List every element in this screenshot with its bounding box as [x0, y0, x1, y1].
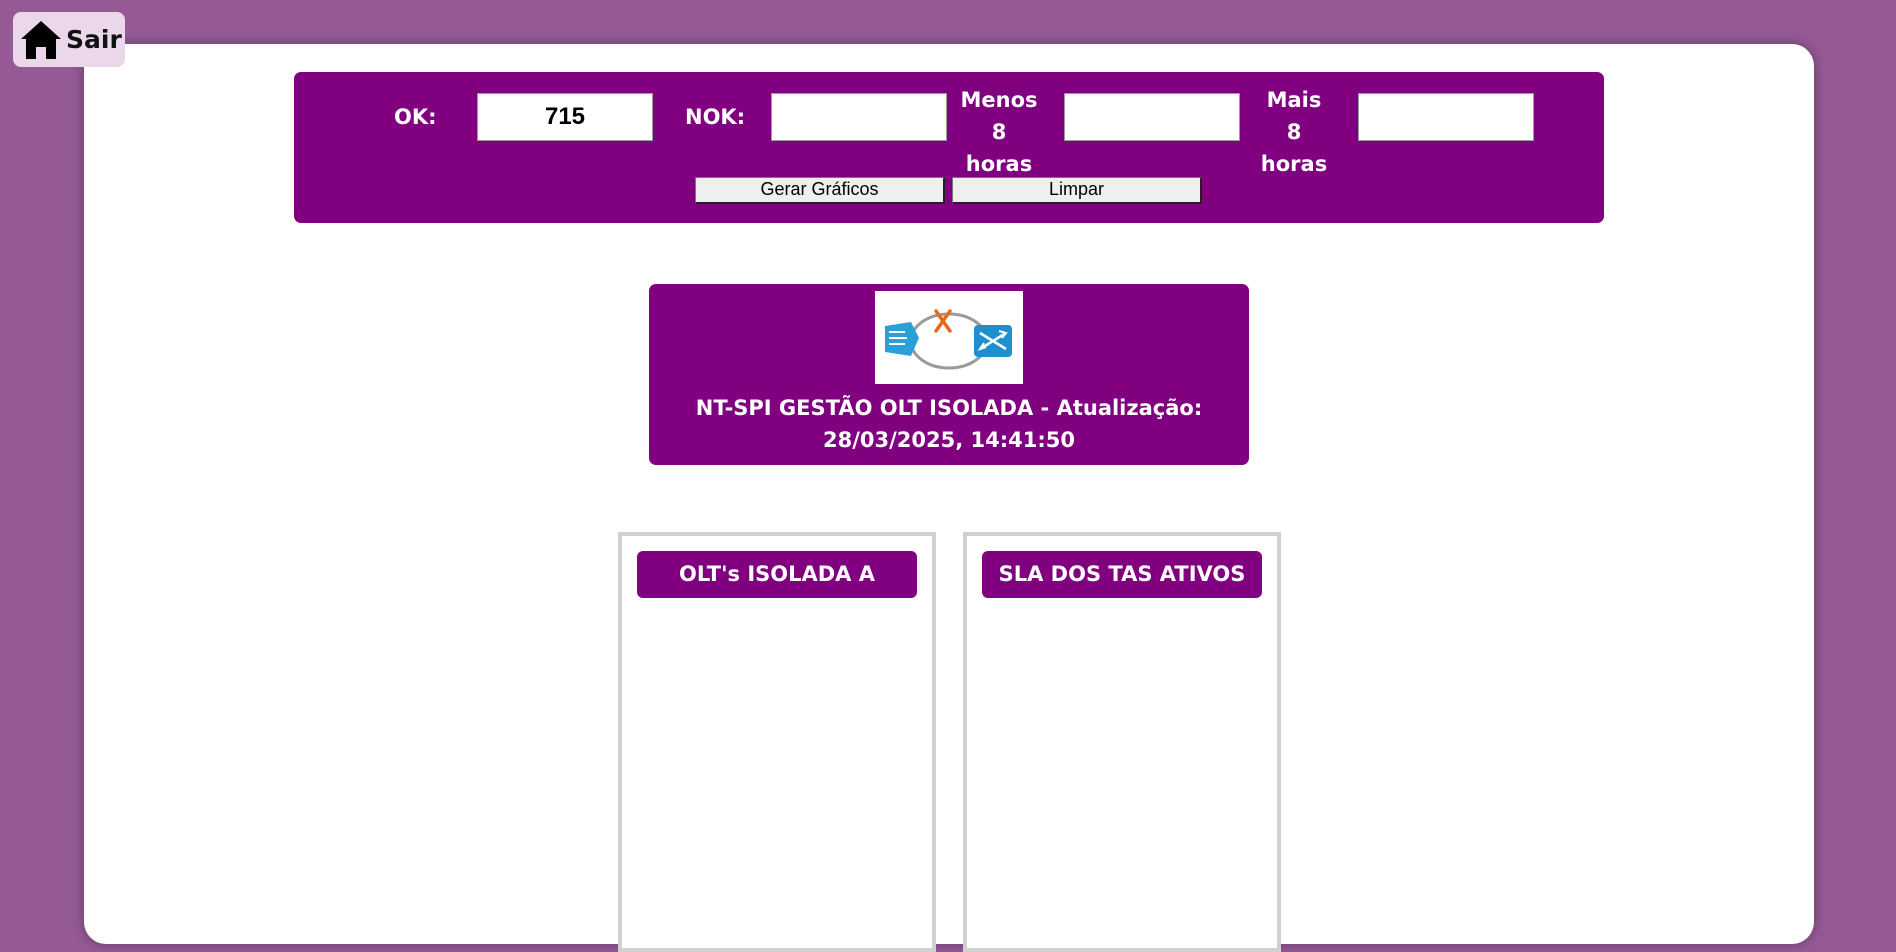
mais-label-line1: Mais: [1266, 88, 1322, 112]
filter-panel: OK: 715 NOK: Menos 8 horas Mais 8 horas …: [294, 72, 1604, 223]
sair-button[interactable]: Sair: [13, 12, 125, 67]
network-isolated-icon: [875, 291, 1023, 384]
ok-field[interactable]: 715: [477, 93, 653, 141]
gerar-graficos-button[interactable]: Gerar Gráficos: [695, 177, 945, 204]
page-title: NT-SPI GESTÃO OLT ISOLADA - Atualização:…: [649, 392, 1249, 456]
menos-8-horas-field[interactable]: [1064, 93, 1240, 141]
main-card: OK: 715 NOK: Menos 8 horas Mais 8 horas …: [84, 44, 1814, 952]
nok-field[interactable]: [771, 93, 947, 141]
menos-8-horas-label: Menos 8 horas: [959, 84, 1039, 180]
olt-isolada-chart-card: OLT's ISOLADA A: [618, 532, 936, 952]
menos-label-line2: 8 horas: [965, 120, 1033, 176]
menos-label-line1: Menos: [960, 88, 1038, 112]
title-line2: 28/03/2025, 14:41:50: [823, 428, 1075, 452]
dashboard-header: NT-SPI GESTÃO OLT ISOLADA - Atualização:…: [649, 284, 1249, 465]
sla-tas-ativos-chart-title: SLA DOS TAS ATIVOS: [982, 551, 1262, 598]
sla-tas-ativos-chart-card: SLA DOS TAS ATIVOS: [963, 532, 1281, 952]
nok-label: NOK:: [685, 105, 746, 129]
home-icon: [19, 18, 63, 62]
ok-label: OK:: [394, 105, 437, 129]
mais-label-line2: 8 horas: [1260, 120, 1328, 176]
mais-8-horas-label: Mais 8 horas: [1254, 84, 1334, 180]
limpar-button[interactable]: Limpar: [952, 177, 1202, 204]
sair-label: Sair: [66, 25, 122, 54]
title-line1: NT-SPI GESTÃO OLT ISOLADA - Atualização:: [695, 396, 1203, 420]
olt-isolada-chart-title: OLT's ISOLADA A: [637, 551, 917, 598]
mais-8-horas-field[interactable]: [1358, 93, 1534, 141]
